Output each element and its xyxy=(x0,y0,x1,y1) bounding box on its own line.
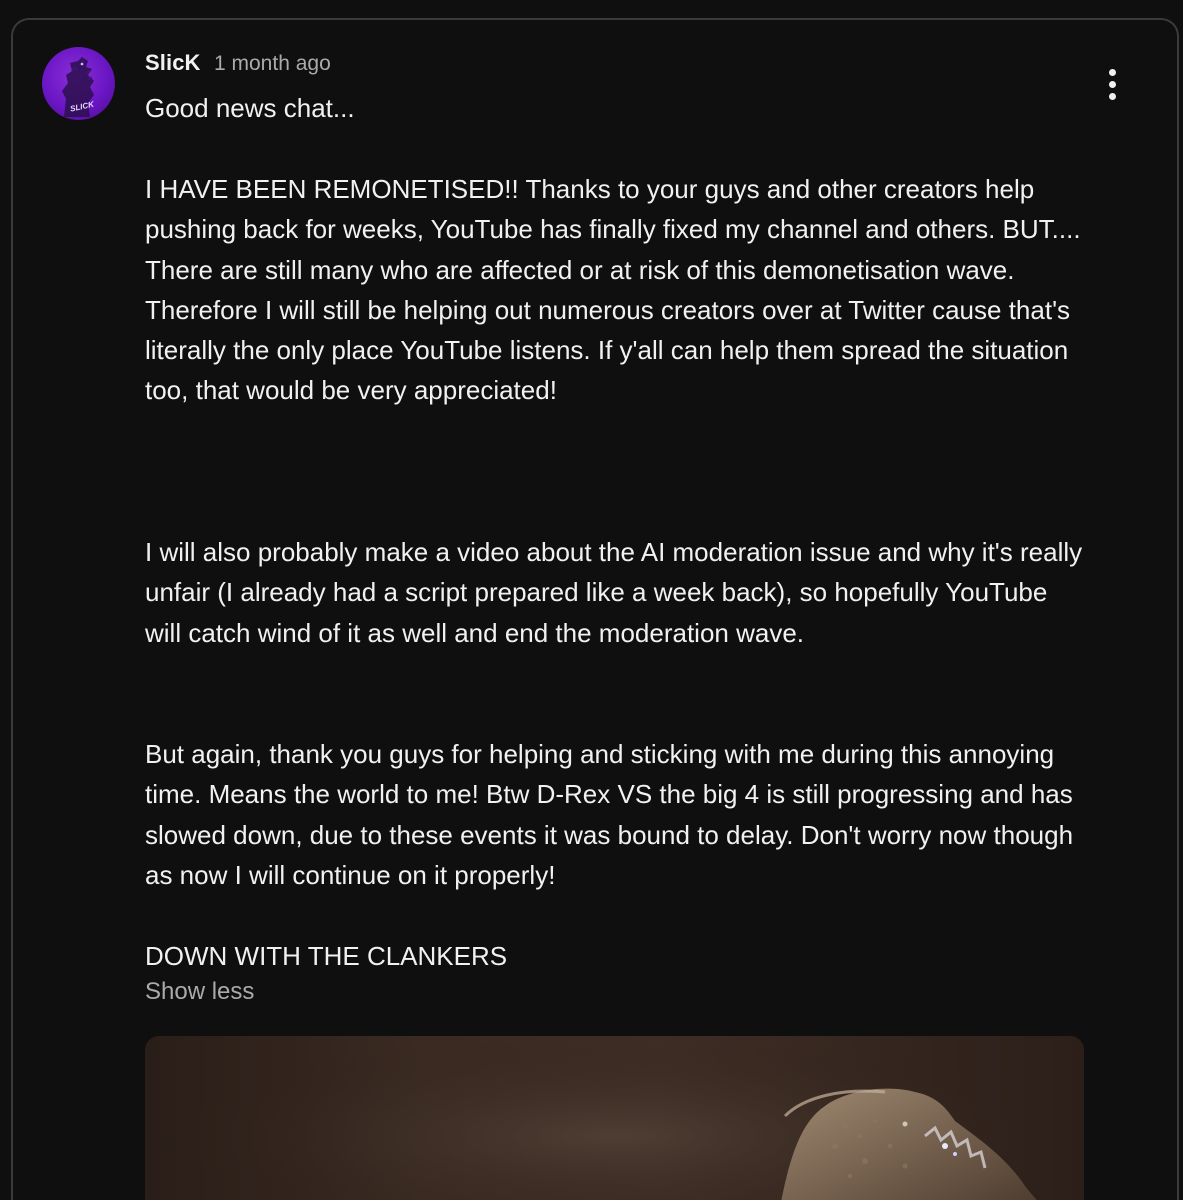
post-text-paragraph: But again, thank you guys for helping an… xyxy=(145,739,1074,890)
post-text-paragraph: DOWN WITH THE CLANKERS xyxy=(145,941,508,971)
post-timestamp[interactable]: 1 month ago xyxy=(214,52,331,76)
page: SLICK SlicK 1 month ago Good news chat..… xyxy=(0,0,1183,1200)
post-text-paragraph: Good news chat... xyxy=(145,93,355,123)
more-actions-button[interactable] xyxy=(1096,64,1130,104)
show-less-button[interactable]: Show less xyxy=(145,978,254,1006)
author-name[interactable]: SlicK xyxy=(145,50,201,76)
post-text-paragraph: I will also probably make a video about … xyxy=(145,537,1083,648)
godzilla-avatar-icon: SLICK xyxy=(62,57,96,117)
reptile-creature-image xyxy=(145,1036,1084,1200)
post-image[interactable] xyxy=(145,1036,1084,1200)
post-text-paragraph: I HAVE BEEN REMONETISED!! Thanks to your… xyxy=(145,174,1081,406)
avatar[interactable]: SLICK xyxy=(42,47,115,120)
